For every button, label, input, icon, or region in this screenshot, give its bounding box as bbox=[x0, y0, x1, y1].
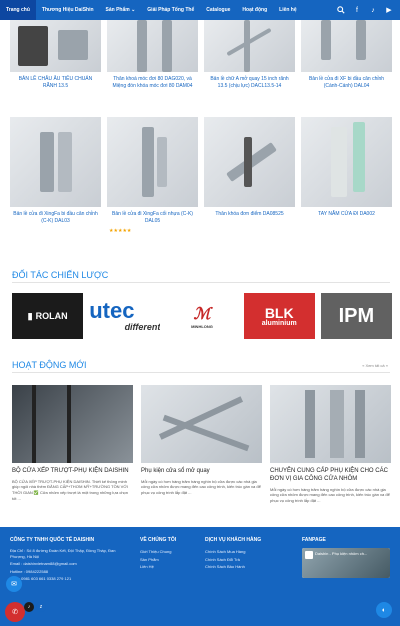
footer-service: DỊCH VỤ KHÁCH HÀNG Chính Sách Mua Hàng C… bbox=[205, 537, 261, 571]
footer-fanpage: FANPAGE Daishin - Phụ kiện nhôm ch... bbox=[302, 537, 390, 578]
product-name[interactable]: Thân khóa đơn điểm DA08525 bbox=[212, 211, 286, 218]
news-card[interactable]: Phụ kiện cửa sổ mở quay Mỗi ngày có hơn … bbox=[141, 385, 262, 503]
zalo-float-icon[interactable]: z bbox=[36, 602, 46, 612]
partner-name: MINHLONG bbox=[191, 323, 213, 329]
nav-activities[interactable]: Hoạt động bbox=[236, 0, 273, 20]
rating-stars: ★★★★★ bbox=[109, 227, 132, 234]
news-card[interactable]: CHUYÊN CUNG CẤP PHỤ KIỆN CHO CÁC ĐƠN VỊ … bbox=[270, 385, 391, 503]
product-image[interactable] bbox=[107, 117, 198, 207]
partner-logos: ▮ ROLAN utec different ℳ MINHLONG BLK alumin… bbox=[12, 293, 393, 339]
news-excerpt: Mỗi ngày có hơn hàng trăm hàng nghìn bộ … bbox=[141, 478, 261, 495]
fanpage-name[interactable]: Daishin - Phụ kiện nhôm ch... bbox=[315, 551, 387, 556]
footer-company: CÔNG TY TNHH QUỐC TẾ DAISHIN Địa Chỉ : S… bbox=[10, 537, 130, 583]
product-card[interactable]: Bản lề cửa đi XF bi đầu cân chỉnh (Cánh-… bbox=[301, 20, 392, 90]
partner-logo-utec[interactable]: utec different bbox=[89, 293, 160, 339]
nav-contact[interactable]: Liên hệ bbox=[273, 0, 303, 20]
product-name[interactable]: Bản lề chữ A mở quay 15 inch rãnh 13.5 (… bbox=[204, 76, 295, 90]
nav-products[interactable]: Sản Phẩm ⌄ bbox=[100, 0, 142, 20]
news-image[interactable] bbox=[141, 385, 262, 463]
section-divider bbox=[12, 282, 390, 283]
company-zalo[interactable]: Zalo : 0981 603 661 0338 279 121 bbox=[10, 575, 130, 583]
footer-about: VỀ CHÚNG TÔI Giới Thiệu Chung Sản Phẩm L… bbox=[140, 537, 176, 571]
product-card[interactable]: Bản lề cửa đi XingFa cối nhựa (C-K) DAL0… bbox=[107, 117, 198, 234]
partner-name: BLK bbox=[264, 304, 294, 321]
partner-tagline: aluminium bbox=[261, 319, 297, 327]
product-card[interactable]: Bản lề chữ A mở quay 15 inch rãnh 13.5 (… bbox=[204, 20, 295, 90]
company-name: CÔNG TY TNHH QUỐC TẾ DAISHIN bbox=[10, 537, 95, 543]
partner-logo-minhlong[interactable]: ℳ MINHLONG bbox=[166, 293, 237, 339]
nav-home[interactable]: Trang chủ bbox=[0, 0, 36, 20]
product-image[interactable] bbox=[10, 20, 101, 72]
product-image[interactable] bbox=[301, 20, 392, 72]
product-card[interactable]: Bản lề cửa đi XingFa bi đầu cân chỉnh (C… bbox=[10, 117, 101, 234]
partner-tagline: different bbox=[124, 322, 161, 332]
news-card[interactable]: BỘ CỬA XẾP TRƯỢT-PHỤ KIỆN DAISHIN BỘ CỬA… bbox=[12, 385, 133, 503]
section-divider bbox=[12, 372, 390, 373]
partner-logo-rolan[interactable]: ▮ ROLAN bbox=[12, 293, 84, 339]
partner-logo-ipm[interactable]: IPM bbox=[320, 293, 393, 339]
news-title[interactable]: CHUYÊN CUNG CẤP PHỤ KIỆN CHO CÁC ĐƠN VỊ … bbox=[270, 468, 391, 484]
news-excerpt: BỘ CỬA XẾP TRƯỢT-PHỤ KIỆN DAISHIN. Thiết… bbox=[12, 478, 129, 501]
nav-solutions[interactable]: Giải Pháp Tổng Thể bbox=[141, 0, 200, 20]
footer-link-return-policy[interactable]: Chính Sách Đổi Trả bbox=[205, 556, 261, 564]
product-image[interactable] bbox=[301, 117, 392, 207]
product-name[interactable]: TAY NẮM CỬA ĐI DA002 bbox=[315, 211, 378, 218]
service-heading: DỊCH VỤ KHÁCH HÀNG bbox=[205, 537, 262, 543]
news-title[interactable]: Phụ kiện cửa sổ mở quay bbox=[141, 468, 262, 476]
product-card[interactable]: Thân khoá móc đơi 80 DAG020, và Miệng đó… bbox=[107, 20, 198, 90]
phone-icon[interactable]: ✆ bbox=[5, 602, 25, 622]
facebook-icon[interactable]: f bbox=[350, 3, 364, 17]
chat-icon[interactable]: ✉ bbox=[6, 576, 22, 592]
product-card[interactable]: TAY NẮM CỬA ĐI DA002 bbox=[301, 117, 392, 234]
nav-catalogue[interactable]: Catalogue bbox=[200, 0, 236, 20]
footer-link-intro[interactable]: Giới Thiệu Chung bbox=[140, 548, 176, 556]
partners-heading: ĐỐI TÁC CHIẾN LƯỢC bbox=[12, 270, 109, 280]
partner-name: IPM bbox=[338, 304, 375, 327]
facebook-page-widget[interactable]: Daishin - Phụ kiện nhôm ch... bbox=[302, 548, 390, 578]
product-card[interactable]: Thân khóa đơn điểm DA08525 bbox=[204, 117, 295, 234]
product-name[interactable]: BẢN LỀ CHÂU ÂU TIÊU CHUẨN RÃNH 13.5 bbox=[10, 76, 101, 90]
product-card[interactable]: BẢN LỀ CHÂU ÂU TIÊU CHUẨN RÃNH 13.5 bbox=[10, 20, 101, 90]
nav-brand[interactable]: Thương Hiệu DaiShin bbox=[36, 0, 100, 20]
product-image[interactable] bbox=[10, 117, 101, 207]
footer-link-purchase-policy[interactable]: Chính Sách Mua Hàng bbox=[205, 548, 261, 556]
partner-name: utec bbox=[89, 298, 135, 323]
footer-link-contact[interactable]: Liên Hệ bbox=[140, 563, 176, 571]
product-name[interactable]: Bản lề cửa đi XingFa bi đầu cân chỉnh (C… bbox=[10, 211, 101, 225]
news-excerpt: Mỗi ngày có hơn hàng trăm hàng nghìn bộ … bbox=[270, 486, 390, 503]
fanpage-heading: FANPAGE bbox=[302, 537, 326, 543]
see-all-link[interactable]: « Xem tất cả » bbox=[362, 363, 388, 368]
news-image[interactable] bbox=[270, 385, 391, 463]
news-list: BỘ CỬA XẾP TRƯỢT-PHỤ KIỆN DAISHIN BỘ CỬA… bbox=[12, 385, 392, 503]
footer-link-products[interactable]: Sản Phẩm bbox=[140, 556, 176, 564]
news-title[interactable]: BỘ CỬA XẾP TRƯỢT-PHỤ KIỆN DAISHIN bbox=[12, 468, 133, 476]
footer: CÔNG TY TNHH QUỐC TẾ DAISHIN Địa Chỉ : S… bbox=[0, 527, 400, 626]
search-icon[interactable] bbox=[334, 3, 348, 17]
messenger-icon[interactable]: ◐ bbox=[376, 602, 392, 618]
product-image[interactable] bbox=[204, 20, 295, 72]
product-image[interactable] bbox=[107, 20, 198, 72]
about-heading: VỀ CHÚNG TÔI bbox=[140, 537, 177, 543]
youtube-icon[interactable]: ▶ bbox=[382, 3, 396, 17]
tiktok-icon[interactable]: ♪ bbox=[366, 3, 380, 17]
company-email[interactable]: Email : daishinvietnam88@gmail.com bbox=[10, 560, 130, 568]
partner-logo-blk[interactable]: BLK aluminium bbox=[243, 293, 315, 339]
news-image[interactable] bbox=[12, 385, 133, 463]
news-heading: HOẠT ĐỘNG MỚI bbox=[12, 360, 87, 370]
product-name[interactable]: Bản lề cửa đi XF bi đầu cân chỉnh (Cánh-… bbox=[301, 76, 392, 90]
product-grid-row-2: Bản lề cửa đi XingFa bi đầu cân chỉnh (C… bbox=[10, 117, 392, 234]
partner-name: ROLAN bbox=[35, 311, 68, 321]
product-grid-row-1: BẢN LỀ CHÂU ÂU TIÊU CHUẨN RÃNH 13.5 Thân… bbox=[10, 20, 392, 90]
product-image[interactable] bbox=[204, 117, 295, 207]
footer-link-warranty-policy[interactable]: Chính Sách Bảo Hành bbox=[205, 563, 261, 571]
company-address: Địa Chỉ : Số 8 đường Đoàn Kết, Đội Thập,… bbox=[10, 548, 116, 559]
product-name[interactable]: Thân khoá móc đơi 80 DAG020, và Miệng đó… bbox=[107, 76, 198, 90]
top-nav: Trang chủ Thương Hiệu DaiShin Sản Phẩm ⌄… bbox=[0, 0, 400, 20]
company-hotline[interactable]: Hotline : 0984222588 bbox=[10, 568, 130, 576]
product-name[interactable]: Bản lề cửa đi XingFa cối nhựa (C-K) DAL0… bbox=[107, 211, 198, 225]
tiktok-float-icon[interactable]: ♪ bbox=[24, 602, 34, 612]
